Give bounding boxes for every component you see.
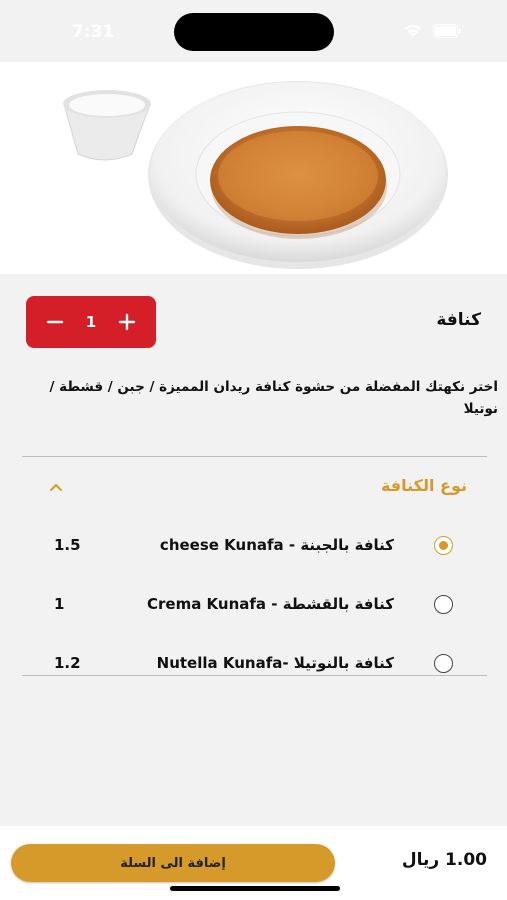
options-section-header[interactable]: نوع الكنافة xyxy=(22,472,467,502)
increase-button[interactable] xyxy=(114,309,140,335)
radio-unselected[interactable] xyxy=(434,654,453,673)
quantity-value: 1 xyxy=(85,313,97,331)
option-label: Crema Kunafa - كنافة بالقشطة xyxy=(146,595,394,613)
option-label: cheese Kunafa - كنافة بالجبنة xyxy=(159,536,394,554)
total-price: 1.00 ريال xyxy=(401,850,487,870)
wifi-icon xyxy=(403,24,423,38)
status-bar: 7:31 xyxy=(0,0,507,62)
divider xyxy=(22,456,487,457)
decrease-button[interactable] xyxy=(42,309,68,335)
status-icons xyxy=(403,24,461,38)
quantity-stepper[interactable]: 1 xyxy=(26,296,156,348)
option-crema-kunafa[interactable]: Crema Kunafa - كنافة بالقشطة 1 xyxy=(26,591,458,621)
kunafa xyxy=(210,126,387,239)
plus-icon xyxy=(118,313,136,331)
divider xyxy=(22,675,487,676)
radio-selected[interactable] xyxy=(434,536,453,555)
status-time: 7:31 xyxy=(72,22,115,42)
product-header: 1 كنافة xyxy=(26,296,481,348)
cream-cup xyxy=(63,90,151,161)
options-section-title: نوع الكنافة xyxy=(380,476,467,495)
minus-icon xyxy=(46,320,64,324)
option-price: 1.2 xyxy=(54,654,81,672)
option-cheese-kunafa[interactable]: cheese Kunafa - كنافة بالجبنة 1.5 xyxy=(26,532,458,562)
home-indicator xyxy=(170,886,340,891)
product-image xyxy=(0,62,507,274)
add-to-cart-button[interactable]: إضافة الى السلة xyxy=(11,844,335,882)
chevron-up-icon[interactable] xyxy=(48,478,64,497)
option-price: 1.5 xyxy=(54,536,81,554)
bottom-bar: إضافة الى السلة 1.00 ريال xyxy=(0,826,507,900)
option-label: Nutella Kunafa- كنافة بالنوتيلا xyxy=(156,654,394,672)
radio-unselected[interactable] xyxy=(434,595,453,614)
dynamic-island xyxy=(174,13,334,51)
product-name: كنافة xyxy=(436,310,481,330)
product-description: اختر نكهتك المفضلة من حشوة كنافة ريدان ا… xyxy=(49,379,498,417)
option-price: 1 xyxy=(54,595,65,613)
battery-icon xyxy=(433,24,461,38)
